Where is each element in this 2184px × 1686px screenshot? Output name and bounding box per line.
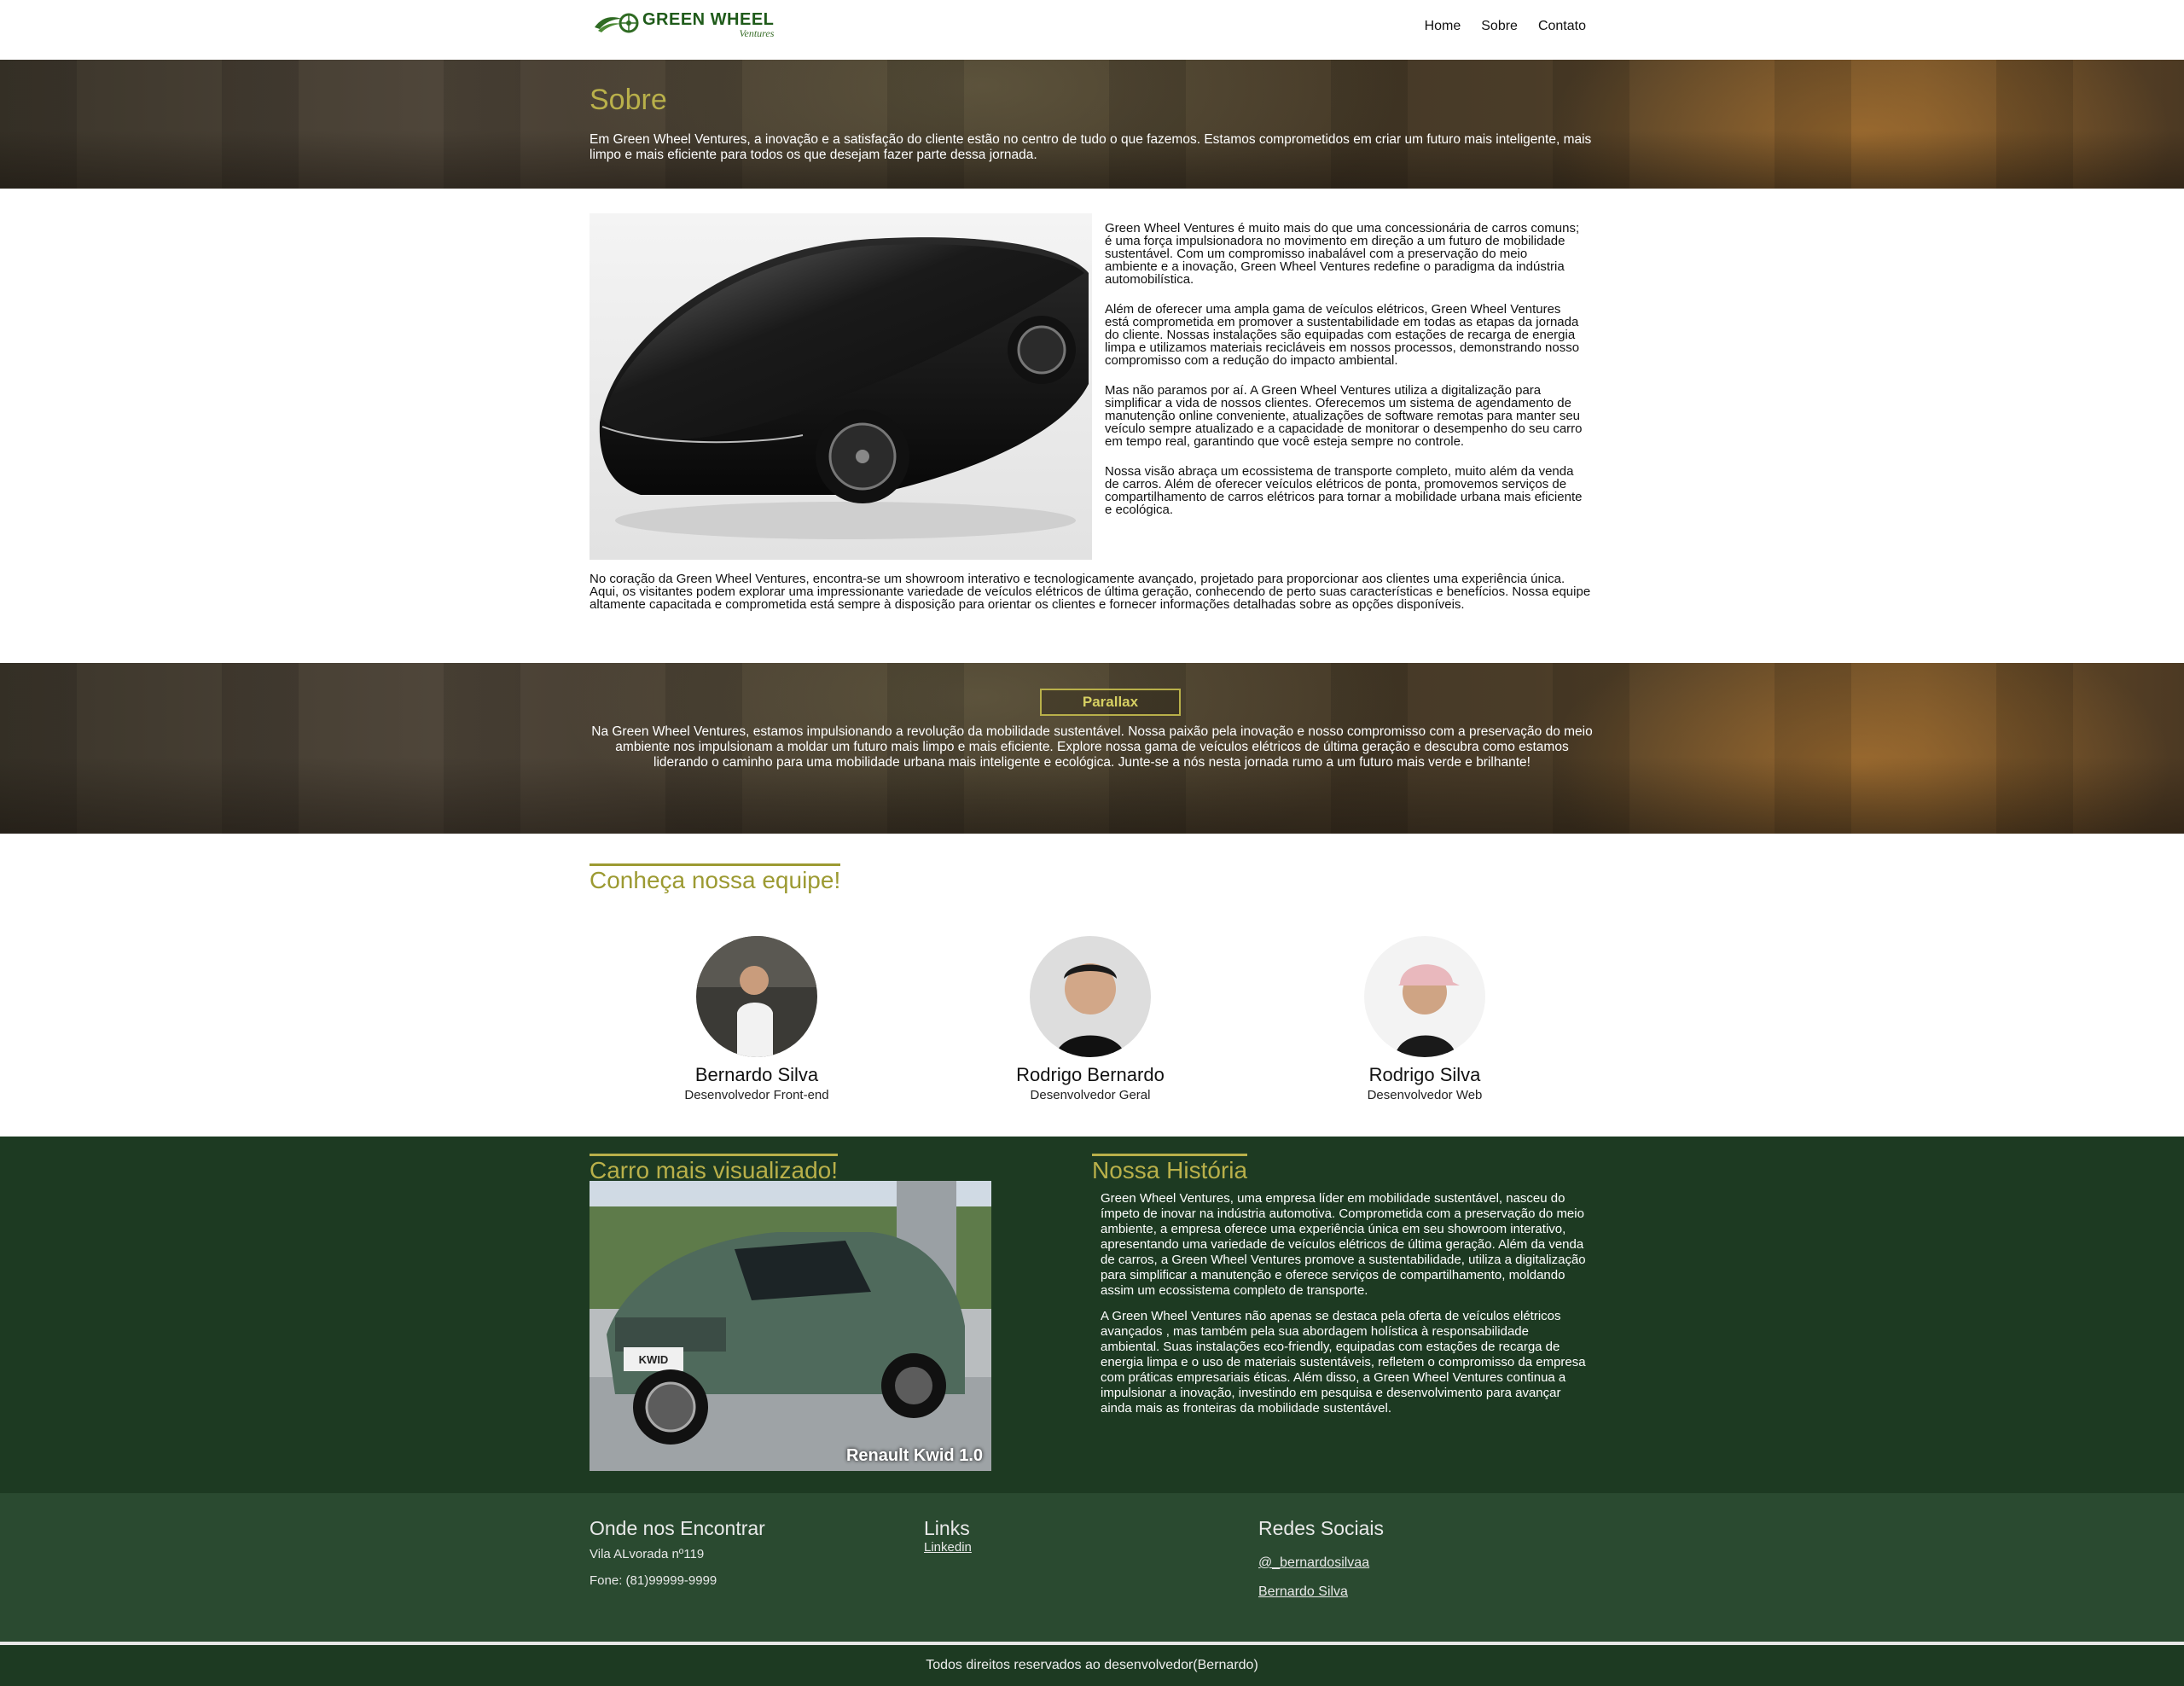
parallax-text: Na Green Wheel Ventures, estamos impulsi… xyxy=(591,724,1593,770)
nav-sobre[interactable]: Sobre xyxy=(1481,19,1518,34)
footer-social-title: Redes Sociais xyxy=(1258,1517,1385,1539)
site-header: GREEN WHEEL Ventures Home Sobre Contato xyxy=(0,0,2184,60)
avatar xyxy=(1030,936,1151,1057)
logo-text: GREEN WHEEL xyxy=(642,10,775,29)
member-name: Rodrigo Silva xyxy=(1368,1064,1481,1085)
kwid-car-graphic: KWID xyxy=(590,1181,991,1471)
copyright-text: Todos direitos reservados ao desenvolved… xyxy=(926,1658,1258,1672)
about-paragraph: Nossa visão abraça um ecossistema de tra… xyxy=(1105,464,1583,517)
black-concept-car-graphic xyxy=(599,237,1089,539)
team-member-card: Rodrigo Bernardo Desenvolvedor Geral xyxy=(962,936,1218,1102)
footer-social: Redes Sociais @_bernardosilvaa Bernardo … xyxy=(1258,1517,1384,1600)
member-role: Desenvolvedor Geral xyxy=(1030,1088,1151,1102)
avatar xyxy=(1364,936,1485,1057)
footer-address: Vila ALvorada nº119 xyxy=(590,1547,705,1561)
logo-subtext: Ventures xyxy=(739,27,775,39)
instagram-link[interactable]: @_bernardosilvaa xyxy=(1258,1555,1384,1571)
history-title: Nossa História xyxy=(1092,1154,1248,1185)
kwid-plate-text: KWID xyxy=(639,1353,669,1366)
linkedin-link[interactable]: Linkedin xyxy=(924,1540,972,1555)
logo[interactable]: GREEN WHEEL Ventures xyxy=(593,10,774,46)
team-title: Conheça nossa equipe! xyxy=(590,863,841,895)
team-member-card: Rodrigo Silva Desenvolvedor Web xyxy=(1297,936,1553,1102)
about-paragraph: Mas não paramos por aí. A Green Wheel Ve… xyxy=(1105,383,1583,449)
avatar xyxy=(696,936,817,1057)
concept-car-image xyxy=(590,213,1092,560)
team-member-card: Bernardo Silva Desenvolvedor Front-end xyxy=(629,936,885,1102)
nav-home[interactable]: Home xyxy=(1425,19,1461,34)
sobre-hero-band: Sobre Em Green Wheel Ventures, a inovaçã… xyxy=(0,60,2184,189)
featured-car-caption: Renault Kwid 1.0 xyxy=(845,1446,983,1465)
footer-location: Onde nos Encontrar Vila ALvorada nº119 F… xyxy=(590,1517,765,1588)
showroom-paragraph: No coração da Green Wheel Ventures, enco… xyxy=(590,572,1591,612)
facebook-link[interactable]: Bernardo Silva xyxy=(1258,1584,1384,1600)
about-paragraph: Green Wheel Ventures é muito mais do que… xyxy=(1105,221,1580,287)
leaf-wheel-icon xyxy=(595,13,639,33)
sobre-intro-text: Em Green Wheel Ventures, a inovação e a … xyxy=(590,132,1592,162)
member-name: Bernardo Silva xyxy=(694,1064,819,1085)
featured-history-section: Carro mais visualizado! KWID Renault Kwi… xyxy=(0,1137,2184,1493)
about-paragraph: Além de oferecer uma ampla gama de veícu… xyxy=(1105,302,1580,368)
history-paragraph: Green Wheel Ventures, uma empresa líder … xyxy=(1101,1191,1586,1298)
member-role: Desenvolvedor Front-end xyxy=(684,1088,829,1102)
copyright-bar: Todos direitos reservados ao desenvolved… xyxy=(0,1642,2184,1686)
member-role: Desenvolvedor Web xyxy=(1367,1088,1483,1102)
member-name: Rodrigo Bernardo xyxy=(1016,1064,1165,1085)
history-paragraph: A Green Wheel Ventures não apenas se des… xyxy=(1101,1309,1586,1416)
history-text: Green Wheel Ventures, uma empresa líder … xyxy=(1101,1191,1587,1427)
footer-links: Links Linkedin xyxy=(924,1517,972,1555)
parallax-band: Parallax Na Green Wheel Ventures, estamo… xyxy=(0,663,2184,834)
sobre-title: Sobre xyxy=(590,84,667,116)
about-text-column: Green Wheel Ventures é muito mais do que… xyxy=(1105,222,1583,533)
nav-contato[interactable]: Contato xyxy=(1538,19,1586,34)
featured-car-image[interactable]: KWID Renault Kwid 1.0 xyxy=(590,1181,991,1471)
footer-location-title: Onde nos Encontrar xyxy=(590,1517,765,1539)
footer-phone: Fone: (81)99999-9999 xyxy=(590,1573,717,1588)
footer-links-title: Links xyxy=(924,1517,970,1539)
site-footer: Onde nos Encontrar Vila ALvorada nº119 F… xyxy=(0,1493,2184,1642)
parallax-button[interactable]: Parallax xyxy=(1040,689,1181,716)
main-nav: Home Sobre Contato xyxy=(1425,19,1586,34)
